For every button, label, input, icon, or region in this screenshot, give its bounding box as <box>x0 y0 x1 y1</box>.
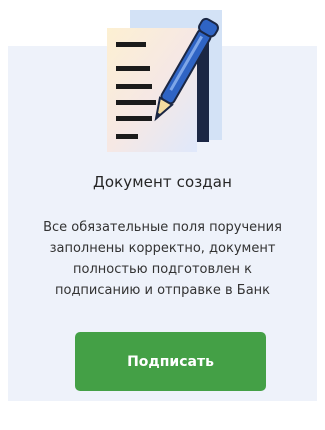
sign-button[interactable]: Подписать <box>75 332 266 391</box>
description-line: полностью подготовлен к <box>73 262 252 277</box>
description-line: заполнены корректно, документ <box>49 241 276 256</box>
dialog-title: Документ создан <box>93 173 232 191</box>
document-with-pen-icon <box>107 10 222 152</box>
dialog-description: Все обязательные поля поручения заполнен… <box>20 217 305 301</box>
description-line: Все обязательные поля поручения <box>43 220 282 235</box>
description-line: подписанию и отправке в Банк <box>54 283 271 298</box>
